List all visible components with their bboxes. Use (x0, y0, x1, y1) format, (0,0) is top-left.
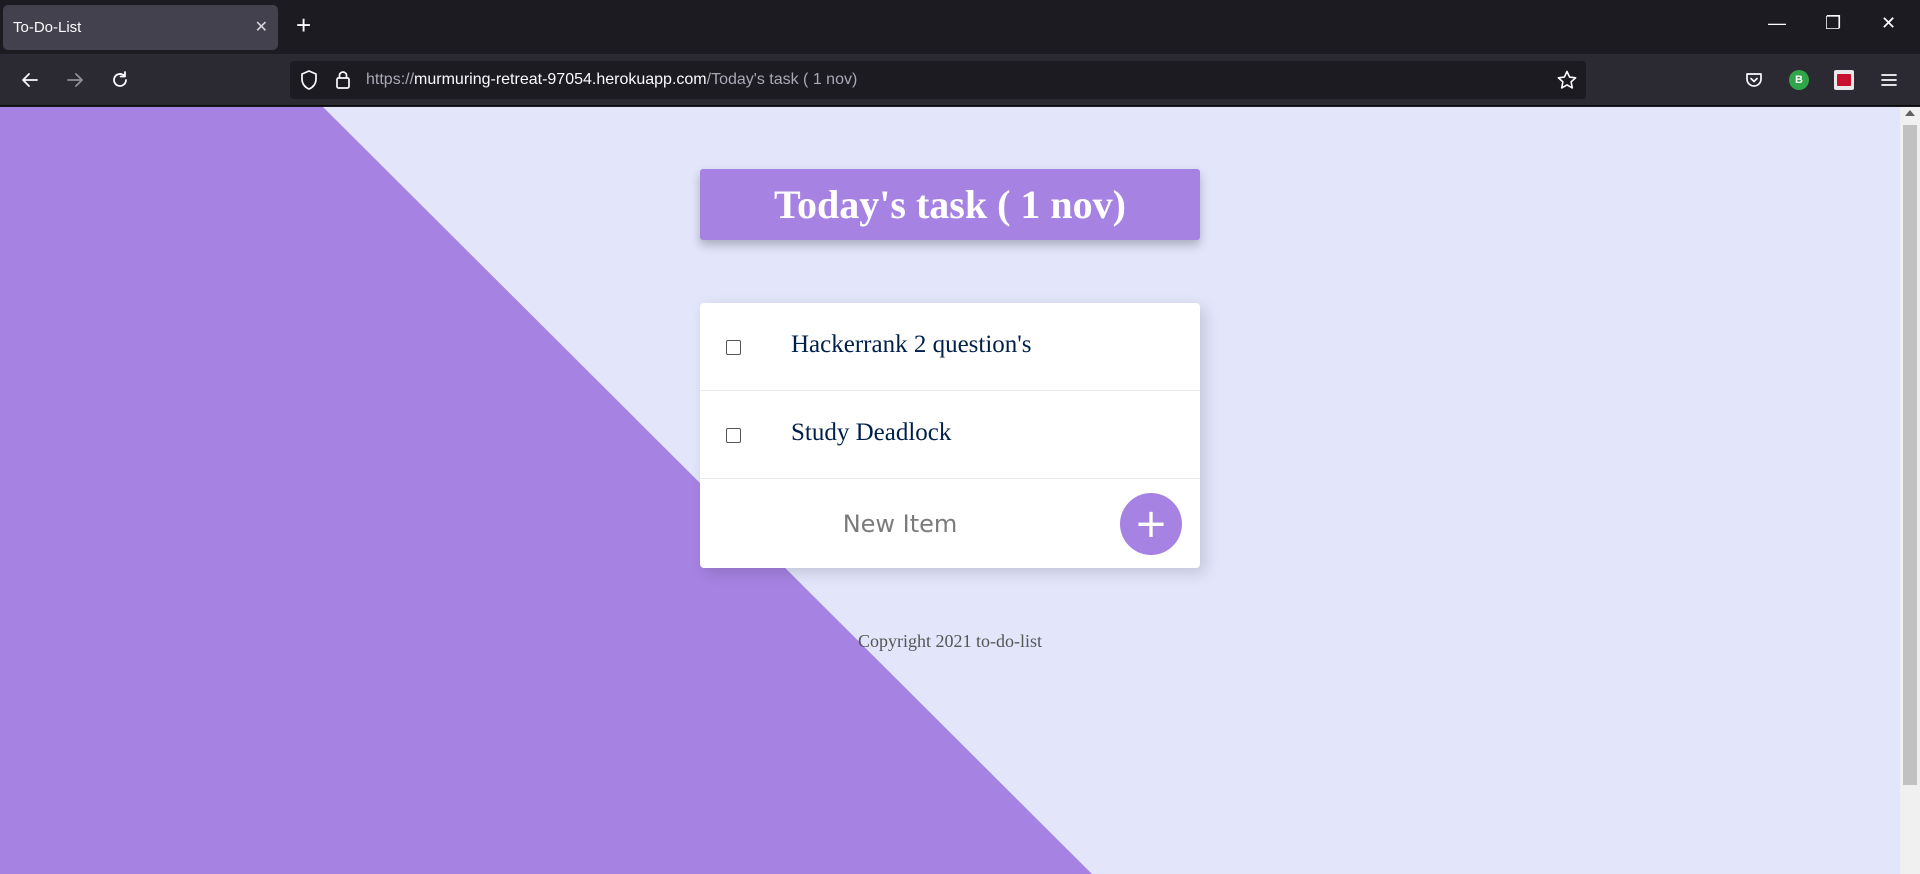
address-bar[interactable]: https://murmuring-retreat-97054.herokuap… (290, 61, 1586, 99)
bookmark-star-icon[interactable] (1556, 69, 1578, 96)
tracking-protection-shield-icon[interactable] (299, 69, 319, 96)
forward-arrow-icon (67, 73, 83, 87)
back-arrow-icon (22, 73, 38, 87)
menu-hamburger-icon[interactable] (1877, 68, 1901, 92)
close-tab-icon[interactable]: ✕ (255, 17, 268, 37)
forward-button[interactable] (61, 66, 89, 94)
tab-strip: To-Do-List ✕ + — ❐ ✕ (0, 0, 1920, 54)
todo-checkbox[interactable] (726, 340, 741, 355)
copyright-footer: Copyright 2021 to-do-list (858, 631, 1042, 651)
minimize-window-button[interactable]: — (1768, 14, 1786, 32)
restore-window-button[interactable]: ❐ (1825, 14, 1841, 32)
todo-item-text: Study Deadlock (791, 419, 952, 446)
page-heading-box: Today's task ( 1 nov) (700, 169, 1200, 240)
reload-button[interactable] (106, 66, 134, 94)
extension-icon[interactable] (1832, 68, 1856, 92)
page-viewport: Today's task ( 1 nov) Hackerrank 2 quest… (0, 107, 1900, 874)
pocket-icon[interactable] (1742, 68, 1766, 92)
reload-icon (113, 71, 127, 87)
url-scheme: https:// (366, 71, 415, 88)
back-button[interactable] (16, 66, 44, 94)
browser-tab[interactable]: To-Do-List ✕ (3, 5, 278, 50)
close-window-button[interactable]: ✕ (1881, 14, 1896, 32)
new-tab-button[interactable]: + (296, 12, 311, 38)
profile-initial: B (1789, 70, 1809, 90)
url-text[interactable]: https://murmuring-retreat-97054.herokuap… (366, 71, 857, 89)
tab-title: To-Do-List (13, 19, 82, 36)
todo-checkbox[interactable] (726, 428, 741, 443)
navigation-toolbar: https://murmuring-retreat-97054.herokuap… (0, 54, 1920, 106)
scrollbar-thumb[interactable] (1903, 125, 1917, 785)
url-path: /Today's task ( 1 nov) (706, 71, 858, 88)
profile-avatar[interactable]: B (1787, 68, 1811, 92)
lock-icon[interactable] (334, 69, 352, 96)
new-item-input[interactable] (720, 479, 1080, 568)
todo-list-card: Hackerrank 2 question's Study Deadlock + (700, 303, 1200, 568)
todo-item-text: Hackerrank 2 question's (791, 331, 1032, 358)
page-title: Today's task ( 1 nov) (774, 182, 1126, 227)
url-host: murmuring-retreat-97054.herokuapp.com (414, 71, 707, 88)
todo-item: Study Deadlock (700, 391, 1200, 479)
scroll-up-arrow-icon[interactable] (1905, 110, 1915, 116)
add-item-button[interactable]: + (1120, 493, 1182, 555)
todo-item: Hackerrank 2 question's (700, 303, 1200, 391)
vertical-scrollbar[interactable] (1900, 107, 1920, 874)
